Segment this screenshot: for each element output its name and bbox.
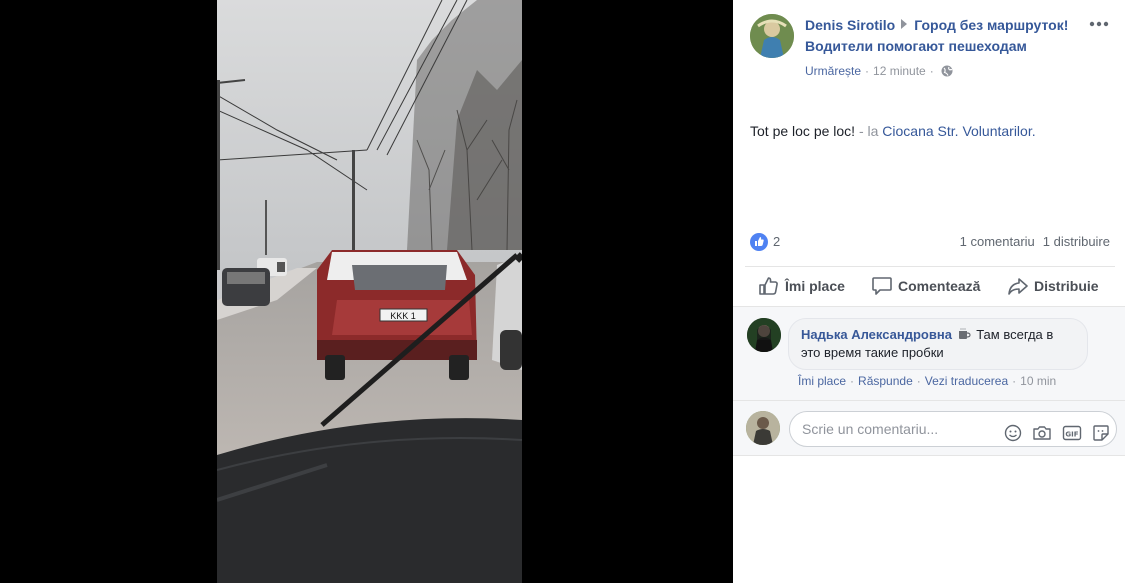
meta-separator: · [865,64,870,78]
photo-street-scene: KKK 1 [217,0,522,583]
comment-button-label: Comentează [898,278,981,294]
composer-icons: GIF [998,420,1110,442]
share-arrow-icon [901,19,908,29]
post-text: Tot pe loc pe loc! - la Ciocana Str. Vol… [750,122,1036,140]
comments-section: Надька Александровна Там всегда в это вр… [733,306,1125,400]
location-link[interactable]: Ciocana Str. Voluntarilor. [882,123,1035,139]
meta-separator: · [929,64,934,78]
coffee-emoji-icon [958,328,971,339]
share-icon [1008,278,1028,295]
license-plate-text: KKK 1 [390,311,416,321]
commenter-avatar[interactable] [747,318,781,352]
post-actions: Îmi place Comentează Distribuie [745,266,1115,306]
like-count[interactable]: 2 [773,232,780,252]
emoji-icon[interactable] [1004,424,1022,442]
post-meta: Urmărește · 12 minute · [805,63,1075,79]
follow-link[interactable]: Urmărește [805,64,861,78]
comment-input[interactable]: Scrie un comentariu... GIF [789,411,1117,447]
comment-reply-link[interactable]: Răspunde [858,374,913,388]
action-separator: · [850,374,855,388]
like-button-label: Îmi place [785,278,845,294]
comments-count[interactable]: 1 comentariu [960,234,1035,249]
share-button-label: Distribuie [1034,278,1099,294]
current-user-avatar [746,411,780,445]
comment-time[interactable]: 10 min [1020,374,1056,388]
location-prefix: - la [858,123,879,139]
author-name[interactable]: Denis Sirotilo [805,17,895,33]
shares-count[interactable]: 1 distribuire [1043,234,1110,249]
comment-icon [872,277,892,295]
post-time[interactable]: 12 minute [873,64,926,78]
post-message: Tot pe loc pe loc! [750,123,856,139]
comment-composer: Scrie un comentariu... GIF [733,400,1125,456]
author-avatar[interactable] [750,14,794,58]
post-photo[interactable]: KKK 1 [217,0,522,583]
comment-bubble: Надька Александровна Там всегда в это вр… [788,318,1088,370]
author-line: Denis Sirotilo Город без маршруток! Водит… [805,15,1075,57]
camera-icon[interactable] [1032,424,1052,442]
post-panel: Denis Sirotilo Город без маршруток! Водит… [733,0,1125,583]
more-options-icon[interactable] [1088,18,1110,30]
commenter-name[interactable]: Надька Александровна [801,327,952,342]
comment-like-link[interactable]: Îmi place [798,374,846,388]
post-header-text: Denis Sirotilo Город без маршруток! Водит… [805,15,1075,79]
like-reaction-icon[interactable] [750,233,768,251]
action-separator: · [1012,374,1017,388]
post-stats: 2 1 comentariu 1 distribuire [750,232,1110,252]
photo-viewer: KKK 1 [0,0,733,583]
thumbs-up-icon [759,277,778,295]
svg-text:GIF: GIF [1066,430,1079,438]
comment-translate-link[interactable]: Vezi traducerea [925,374,1008,388]
sticker-icon[interactable] [1092,424,1110,442]
gif-icon[interactable]: GIF [1062,424,1082,442]
comment-actions: Îmi place · Răspunde · Vezi traducerea · 10 mi… [798,373,1056,389]
globe-icon[interactable] [941,65,953,77]
comment-input-placeholder: Scrie un comentariu... [802,421,939,437]
action-separator: · [916,374,921,388]
stats-right: 1 comentariu 1 distribuire [952,232,1110,252]
